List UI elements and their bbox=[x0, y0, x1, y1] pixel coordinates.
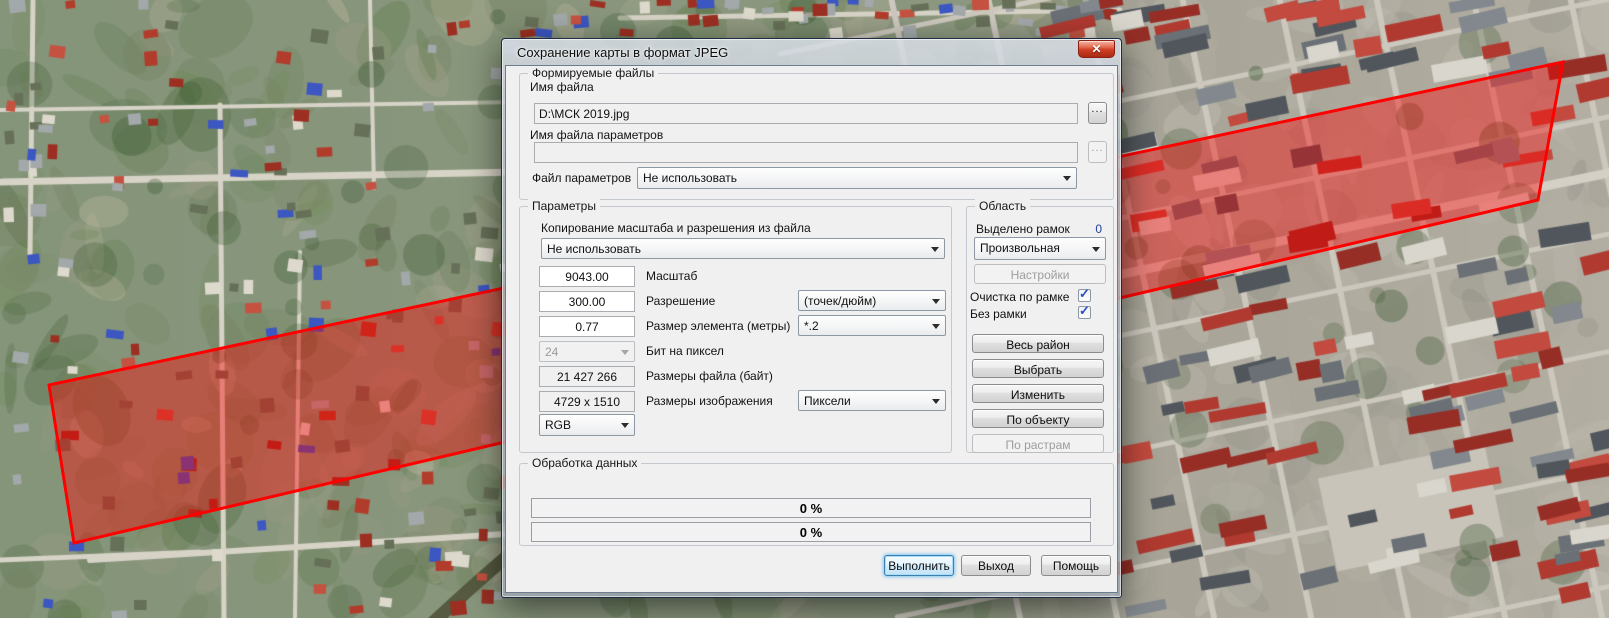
scale-input[interactable]: 9043.00 bbox=[539, 266, 635, 287]
chevron-down-icon bbox=[931, 247, 939, 252]
save-map-jpeg-dialog: Сохранение карты в формат JPEG ✕ Формиру… bbox=[501, 38, 1122, 598]
check-icon: ✓ bbox=[1079, 286, 1090, 302]
close-icon: ✕ bbox=[1091, 42, 1101, 56]
resolution-units-value: (точек/дюйм) bbox=[804, 294, 876, 308]
change-area-button[interactable]: Изменить bbox=[972, 384, 1104, 403]
image-size-field: 4729 x 1510 bbox=[539, 391, 635, 412]
image-size-units-combobox[interactable]: Пиксели bbox=[798, 390, 946, 411]
chevron-down-icon bbox=[621, 423, 629, 428]
browse-params-filename-button: ... bbox=[1088, 141, 1107, 163]
file-size-field: 21 427 266 bbox=[539, 366, 635, 387]
area-group-caption: Область bbox=[975, 199, 1030, 213]
params-file-combobox[interactable]: Не использовать bbox=[637, 167, 1077, 189]
dialog-title: Сохранение карты в формат JPEG bbox=[517, 45, 728, 60]
params-file-combobox-value: Не использовать bbox=[643, 171, 737, 185]
chevron-down-icon bbox=[1063, 176, 1071, 181]
element-size-units-combobox[interactable]: *.2 bbox=[798, 315, 946, 336]
copy-scale-combobox[interactable]: Не использовать bbox=[541, 238, 945, 259]
resolution-input[interactable]: 300.00 bbox=[539, 291, 635, 312]
file-size-label: Размеры файла (байт) bbox=[646, 369, 773, 383]
by-object-button[interactable]: По объекту bbox=[972, 409, 1104, 428]
bits-per-pixel-value: 24 bbox=[545, 345, 558, 359]
no-frame-checkbox[interactable]: ✓ bbox=[1078, 306, 1091, 319]
clear-by-frame-checkbox[interactable]: ✓ bbox=[1078, 289, 1091, 302]
no-frame-label: Без рамки bbox=[970, 307, 1027, 321]
area-mode-value: Произвольная bbox=[980, 241, 1060, 255]
browse-filename-button[interactable]: ... bbox=[1088, 102, 1107, 124]
filename-label: Имя файла bbox=[530, 80, 594, 94]
color-model-value: RGB bbox=[545, 418, 571, 432]
by-rasters-button: По растрам bbox=[972, 434, 1104, 453]
files-group-caption: Формируемые файлы bbox=[528, 66, 658, 80]
chevron-down-icon bbox=[932, 324, 940, 329]
clear-by-frame-label: Очистка по рамке bbox=[970, 290, 1069, 304]
params-file-label: Файл параметров bbox=[532, 171, 631, 185]
select-area-button[interactable]: Выбрать bbox=[972, 359, 1104, 378]
whole-district-button[interactable]: Весь район bbox=[972, 334, 1104, 353]
bits-per-pixel-label: Бит на пиксел bbox=[646, 344, 724, 358]
image-size-units-value: Пиксели bbox=[804, 394, 851, 408]
dialog-titlebar[interactable]: Сохранение карты в формат JPEG ✕ bbox=[505, 39, 1118, 65]
check-icon: ✓ bbox=[1079, 303, 1090, 319]
chevron-down-icon bbox=[621, 350, 629, 355]
processing-group-caption: Обработка данных bbox=[528, 456, 641, 470]
filename-field[interactable]: D:\МСК 2019.jpg bbox=[534, 103, 1078, 124]
element-size-label: Размер элемента (метры) bbox=[646, 319, 790, 333]
progress-bar-secondary: 0 % bbox=[531, 522, 1091, 542]
dialog-body: Формируемые файлы Имя файла D:\МСК 2019.… bbox=[505, 65, 1118, 593]
help-button[interactable]: Помощь bbox=[1041, 555, 1111, 576]
exit-button[interactable]: Выход bbox=[961, 555, 1031, 576]
element-size-units-value: *.2 bbox=[804, 319, 819, 333]
params-filename-label: Имя файла параметров bbox=[530, 128, 663, 142]
element-size-input[interactable]: 0.77 bbox=[539, 316, 635, 337]
resolution-label: Разрешение bbox=[646, 294, 715, 308]
scale-label: Масштаб bbox=[646, 269, 697, 283]
params-group-caption: Параметры bbox=[528, 199, 600, 213]
chevron-down-icon bbox=[932, 299, 940, 304]
image-size-label: Размеры изображения bbox=[646, 394, 773, 408]
copy-scale-label: Копирование масштаба и разрешения из фай… bbox=[541, 221, 811, 235]
resolution-units-combobox[interactable]: (точек/дюйм) bbox=[798, 290, 946, 311]
selected-frames-label: Выделено рамок bbox=[976, 222, 1070, 236]
params-filename-field[interactable] bbox=[534, 142, 1078, 163]
progress-bar-primary: 0 % bbox=[531, 498, 1091, 518]
settings-button: Настройки bbox=[974, 264, 1106, 284]
selected-frames-count: 0 bbox=[1084, 222, 1102, 236]
run-button[interactable]: Выполнить bbox=[884, 555, 954, 576]
close-button[interactable]: ✕ bbox=[1078, 40, 1115, 58]
color-model-combobox[interactable]: RGB bbox=[539, 414, 635, 436]
copy-scale-combobox-value: Не использовать bbox=[547, 242, 641, 256]
area-mode-combobox[interactable]: Произвольная bbox=[974, 237, 1106, 260]
chevron-down-icon bbox=[1092, 247, 1100, 252]
bits-per-pixel-combobox: 24 bbox=[539, 341, 635, 362]
chevron-down-icon bbox=[932, 399, 940, 404]
